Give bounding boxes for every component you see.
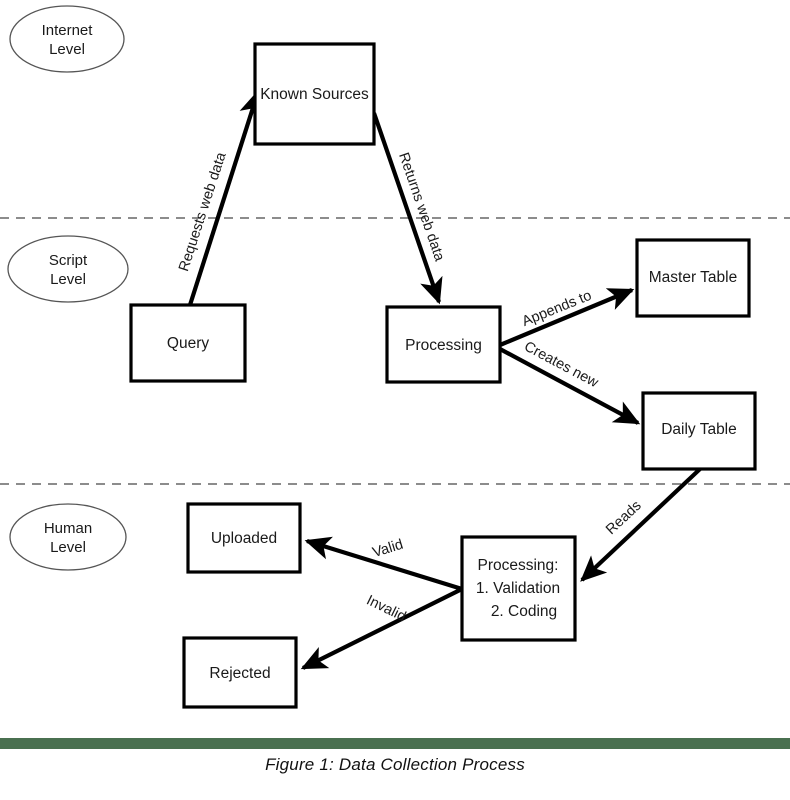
edge-label-reads: Reads bbox=[603, 498, 645, 538]
node-label-processing-script: Processing bbox=[405, 337, 482, 354]
figure-caption: Figure 1: Data Collection Process bbox=[265, 755, 525, 774]
node-master-table[interactable]: Master Table bbox=[635, 238, 751, 318]
node-label-query: Query bbox=[167, 335, 209, 352]
swimlane-label-script-line2: Level bbox=[50, 271, 86, 288]
caption-accent-bar bbox=[0, 738, 790, 749]
swimlane-label-human: Human Level bbox=[9, 503, 127, 571]
edge-label-invalid: Invalid bbox=[364, 592, 409, 625]
figure-page: Requests web data Returns web data Appen… bbox=[0, 0, 790, 800]
node-label-master-table: Master Table bbox=[649, 269, 737, 286]
node-label-processing-human-line3: 2. Coding bbox=[491, 603, 557, 620]
node-label-uploaded: Uploaded bbox=[211, 530, 277, 547]
edge-appends-to: Appends to bbox=[499, 288, 635, 347]
node-label-known-sources: Known Sources bbox=[260, 86, 369, 103]
edge-reads: Reads bbox=[580, 467, 702, 582]
node-label-processing-human-line2: 1. Validation bbox=[476, 580, 560, 597]
swimlane-label-human-line1: Human bbox=[44, 520, 92, 537]
swimlane-label-human-line2: Level bbox=[50, 539, 86, 556]
node-uploaded[interactable]: Uploaded bbox=[186, 502, 302, 574]
edge-returns-web-data: Returns web data bbox=[372, 112, 448, 305]
swimlane-label-internet-line1: Internet bbox=[42, 22, 94, 39]
edge-label-valid: Valid bbox=[371, 537, 405, 561]
edge-creates-new: Creates new bbox=[499, 339, 641, 425]
swimlane-label-internet-line2: Level bbox=[49, 41, 85, 58]
node-label-daily-table: Daily Table bbox=[661, 421, 737, 438]
node-query[interactable]: Query bbox=[129, 303, 247, 383]
swimlane-label-internet: Internet Level bbox=[9, 5, 125, 73]
node-known-sources[interactable]: Known Sources bbox=[253, 42, 376, 146]
edge-requests-web-data: Requests web data bbox=[176, 89, 263, 306]
node-label-processing-human-line1: Processing: bbox=[478, 557, 559, 574]
edge-invalid: Invalid bbox=[300, 587, 463, 670]
node-label-rejected: Rejected bbox=[209, 665, 270, 682]
swimlane-label-script: Script Level bbox=[7, 235, 129, 303]
node-rejected[interactable]: Rejected bbox=[182, 636, 298, 709]
node-daily-table[interactable]: Daily Table bbox=[641, 391, 757, 471]
node-processing-script[interactable]: Processing bbox=[385, 305, 502, 384]
node-processing-human[interactable]: Processing: 1. Validation 2. Coding bbox=[460, 535, 577, 642]
swimlane-label-script-line1: Script bbox=[49, 252, 88, 269]
edge-valid: Valid bbox=[304, 537, 463, 592]
flowchart-canvas: Requests web data Returns web data Appen… bbox=[0, 5, 790, 709]
